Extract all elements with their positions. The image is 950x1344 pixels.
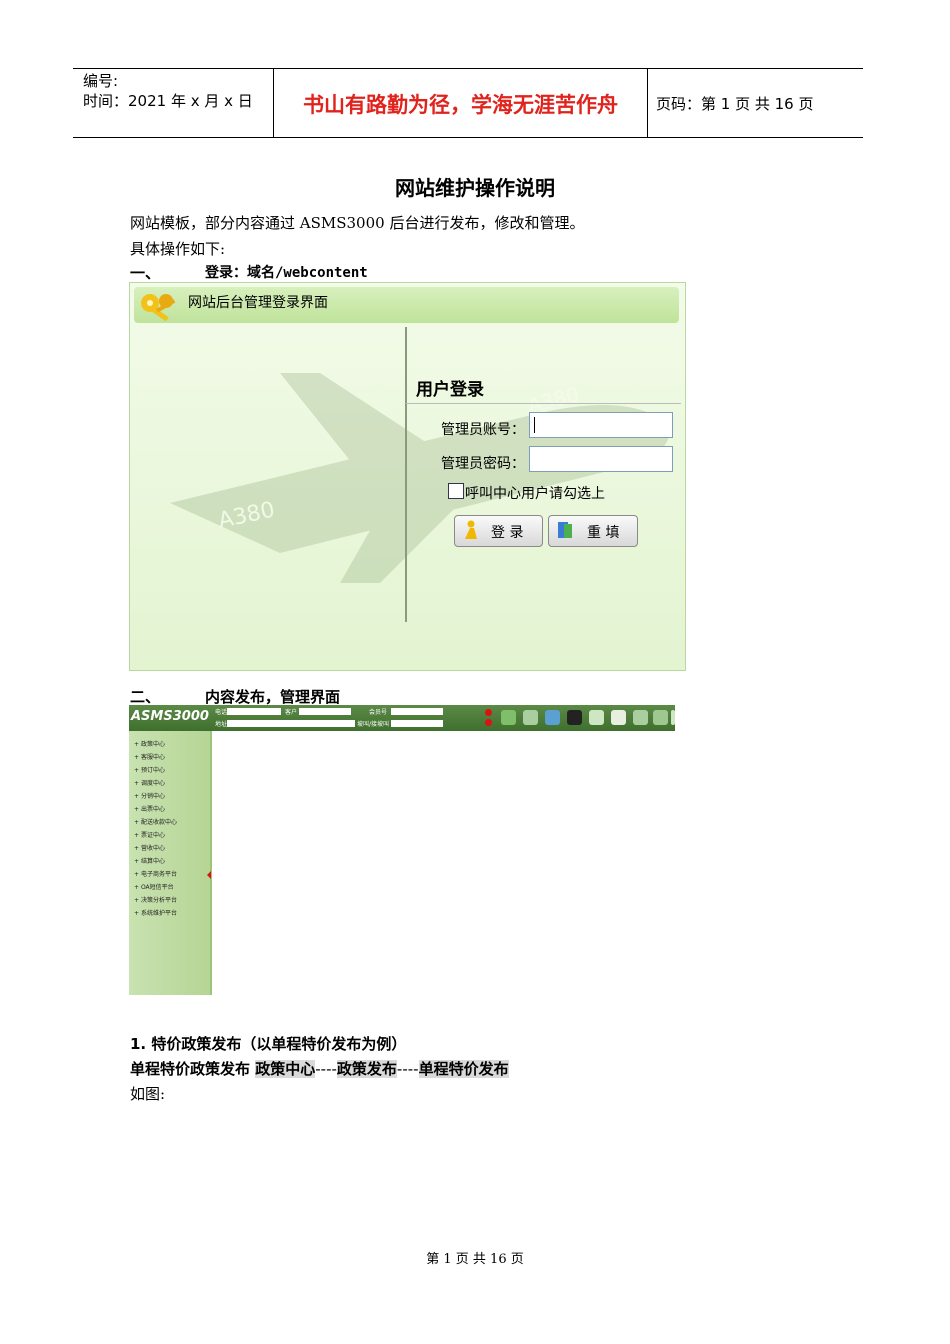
phone-field-label: 电话 [215, 709, 228, 716]
step-one-text: 登录：域名/webcontent [205, 265, 368, 281]
document-header: 编号: 时间：2021 年 x 月 x 日 书山有路勤为径，学海无涯苦作舟 页码… [73, 68, 863, 138]
header-info-cell: 编号: 时间：2021 年 x 月 x 日 [73, 69, 274, 137]
asms-sidebar: + 政策中心 + 客服中心 + 预订中心 + 调度中心 + 分销中心 + 出票中… [129, 731, 212, 995]
login-divider [405, 327, 407, 622]
menu-item[interactable]: + 预订中心 [134, 765, 165, 774]
menu-item[interactable]: + 出票中心 [134, 804, 165, 813]
password-input[interactable] [529, 446, 673, 472]
send-icon[interactable] [611, 710, 626, 725]
menu-item[interactable]: + 决策分析平台 [134, 895, 177, 904]
menu-path-separator: ---- [396, 1060, 419, 1078]
mail-icon[interactable] [589, 710, 604, 725]
document-title: 网站维护操作说明 [395, 176, 555, 200]
menu-item[interactable]: + 客服中心 [134, 752, 165, 761]
account-label: 管理员账号： [441, 422, 525, 438]
login-button[interactable]: 登 录 [454, 515, 543, 547]
chat-icon[interactable] [633, 710, 648, 725]
reset-button[interactable]: 重 填 [548, 515, 638, 547]
step-two-number: 二、 [130, 688, 161, 706]
account-input[interactable] [529, 412, 673, 438]
pass-field-label: 坡叫/接坡叫 [357, 721, 390, 728]
figure-label: 如图: [130, 1085, 166, 1103]
intro-line-1: 网站模板，部分内容通过 ASMS3000 后台进行发布，修改和管理。 [130, 214, 585, 232]
page-footer: 第 1 页 共 16 页 [426, 1252, 524, 1267]
alert-icon-bottom[interactable] [485, 719, 492, 726]
person-icon [461, 520, 481, 540]
menu-path-single-fare: 单程特价发布 [418, 1060, 509, 1078]
login-heading: 用户登录 [416, 380, 484, 400]
header-page-cell: 页码：第 1 页 共 16 页 [648, 69, 863, 137]
alert-icon-top[interactable] [485, 709, 492, 716]
time-label: 时间：2021 年 x 月 x 日 [83, 92, 253, 110]
asms-screenshot: ASMS3000 电话 客户 会员号 地址 坡叫/接坡叫 + 政策中心 + 客服… [129, 705, 675, 995]
motto: 书山有路勤为径，学海无涯苦作舟 [303, 93, 618, 117]
menu-path-policy-publish: 政策发布 [336, 1060, 397, 1078]
step-two-text: 内容发布，管理界面 [205, 688, 341, 706]
home-icon[interactable] [567, 710, 582, 725]
menu-item-label: OA短信平台 [140, 884, 174, 891]
menu-item-label: 决策分析平台 [140, 897, 177, 904]
menu-item[interactable]: + 结算中心 [134, 856, 165, 865]
menu-item-label: 系统维护平台 [140, 910, 177, 917]
globe-icon[interactable] [545, 710, 560, 725]
intro-line-2: 具体操作如下: [130, 240, 226, 258]
number-label: 编号: [83, 72, 119, 90]
menu-path: 单程特价政策发布 政策中心----政策发布----单程特价发布 [130, 1058, 509, 1079]
call-center-checkbox[interactable] [448, 483, 464, 499]
menu-item-label: 配送收款中心 [140, 819, 177, 826]
password-label: 管理员密码： [441, 456, 525, 472]
menu-path-policy-center: 政策中心 [255, 1060, 316, 1078]
login-button-label: 登 录 [491, 525, 524, 541]
menu-item[interactable]: + 政策中心 [134, 739, 165, 748]
login-heading-rule [406, 403, 681, 404]
menu-item-label: 调度中心 [140, 780, 165, 787]
menu-item-label: 票证中心 [140, 832, 165, 839]
checkbox-label: 呼叫中心用户请勾选上 [465, 486, 605, 502]
menu-item-label: 预订中心 [140, 767, 165, 774]
step-one-number: 一、 [130, 264, 161, 282]
login-bar-title: 网站后台管理登录界面 [188, 295, 328, 311]
menu-item-label: 出票中心 [140, 806, 165, 813]
tools-icon[interactable] [523, 710, 538, 725]
text-cursor [534, 417, 535, 433]
menu-item[interactable]: + 配送收款中心 [134, 817, 177, 826]
member-field[interactable] [391, 708, 443, 715]
menu-item[interactable]: + 营收中心 [134, 843, 165, 852]
menu-item[interactable]: + 票证中心 [134, 830, 165, 839]
menu-item[interactable]: + 分销中心 [134, 791, 165, 800]
menu-path-separator: ---- [315, 1060, 337, 1078]
menu-item[interactable]: + 电子商务平台 [134, 869, 177, 878]
menu-item[interactable]: + 调度中心 [134, 778, 165, 787]
subsection-title: 1. 特价政策发布（以单程特价发布为例） [130, 1035, 407, 1053]
keys-icon [141, 294, 176, 322]
asms-logo: ASMS3000 [131, 709, 209, 724]
login-screenshot: A380 A380 网站后台管理登录界面 用户登录 管理员账号： 管理员密码： … [129, 282, 686, 671]
header-motto-cell: 书山有路勤为径，学海无涯苦作舟 [274, 69, 648, 137]
page-label: 页码：第 1 页 共 16 页 [656, 95, 814, 113]
menu-item[interactable]: + 系统维护平台 [134, 908, 177, 917]
phone-field[interactable] [227, 708, 281, 715]
customer-field[interactable] [299, 708, 351, 715]
address-field-label: 地址 [215, 721, 228, 728]
menu-item-label: 营收中心 [140, 845, 165, 852]
menu-path-lead: 单程特价政策发布 [130, 1060, 256, 1078]
menu-item-label: 分销中心 [140, 793, 165, 800]
exit-icon[interactable] [671, 710, 675, 725]
phone-icon[interactable] [501, 710, 516, 725]
pass-field[interactable] [391, 720, 443, 727]
menu-item-label: 电子商务平台 [140, 871, 177, 878]
menu-item-label: 客服中心 [140, 754, 165, 761]
collapse-sidebar-icon[interactable] [207, 871, 211, 879]
menu-item[interactable]: + OA短信平台 [134, 882, 174, 891]
member-field-label: 会员号 [369, 709, 388, 716]
menu-item-label: 结算中心 [140, 858, 165, 865]
customer-field-label: 客户 [285, 709, 298, 716]
help-icon[interactable] [653, 710, 668, 725]
book-icon [555, 520, 575, 540]
menu-item-label: 政策中心 [140, 741, 165, 748]
reset-button-label: 重 填 [587, 525, 620, 541]
address-field[interactable] [227, 720, 355, 727]
